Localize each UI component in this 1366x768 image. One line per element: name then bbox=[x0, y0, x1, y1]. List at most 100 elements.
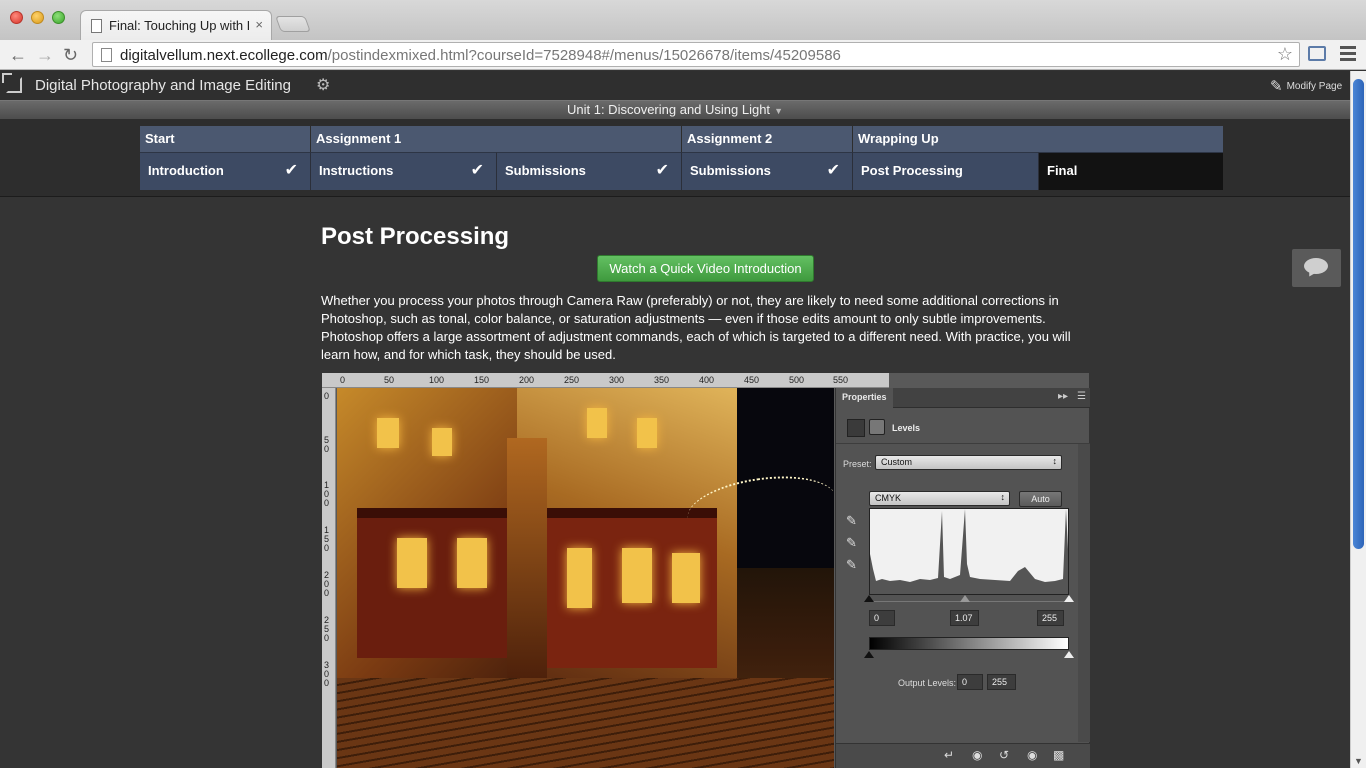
address-bar[interactable]: digitalvellum.next.ecollege.com/postinde… bbox=[92, 42, 1300, 67]
step-post-processing[interactable]: Post Processing bbox=[853, 152, 1039, 190]
phase-assignment-1: Assignment 1 bbox=[311, 126, 682, 152]
layer-mask-icon[interactable] bbox=[869, 419, 885, 435]
ruler-tick: 200 bbox=[519, 375, 535, 385]
channel-select[interactable]: CMYK ↕ bbox=[869, 491, 1010, 506]
back-arrow-icon[interactable]: ← bbox=[9, 45, 27, 65]
reset-icon[interactable]: ↺ bbox=[999, 748, 1009, 762]
body-paragraph: Whether you process your photos through … bbox=[321, 293, 1071, 362]
clip-to-layer-icon[interactable]: ↵ bbox=[944, 748, 954, 762]
step-label: Post Processing bbox=[861, 163, 963, 178]
url-host: digitalvellum.next.ecollege.com bbox=[120, 47, 328, 64]
panel-menu-icon[interactable]: ☰ bbox=[1077, 391, 1086, 402]
panel-footer: ↵ ◉ ↺ ◉ ▩ bbox=[836, 743, 1090, 768]
vertical-ruler: 0 50 100 150 200 250 300 bbox=[322, 388, 336, 768]
output-black-field[interactable]: 0 bbox=[957, 674, 983, 690]
visibility-eye-icon[interactable]: ◉ bbox=[1027, 748, 1037, 762]
url-path: /postindexmixed.html?courseId=7528948#/m… bbox=[327, 47, 841, 64]
chevron-updown-icon: ↕ bbox=[1000, 492, 1006, 502]
output-levels-label: Output Levels: bbox=[898, 678, 957, 688]
input-white-handle[interactable] bbox=[1064, 595, 1074, 602]
auto-button[interactable]: Auto bbox=[1019, 491, 1062, 507]
phase-label: Wrapping Up bbox=[858, 131, 939, 146]
window-close-button[interactable] bbox=[10, 11, 23, 24]
channel-value: CMYK bbox=[875, 493, 902, 503]
page-scrollbar[interactable]: ▼ bbox=[1350, 71, 1366, 768]
output-black-handle[interactable] bbox=[864, 651, 874, 658]
reload-icon[interactable]: ↻ bbox=[63, 45, 78, 65]
panel-scrollbar[interactable] bbox=[1078, 444, 1090, 742]
scroll-down-arrow-icon[interactable]: ▼ bbox=[1354, 756, 1363, 766]
step-final[interactable]: Final bbox=[1039, 152, 1223, 190]
bookmark-star-icon[interactable]: ☆ bbox=[1277, 44, 1293, 65]
modify-page-button[interactable]: ✎ Modify Page bbox=[1270, 77, 1342, 95]
chevron-down-icon: ▼ bbox=[774, 106, 783, 116]
chat-bubble-icon[interactable] bbox=[1292, 249, 1341, 287]
step-submissions-2[interactable]: Submissions ✔ bbox=[682, 152, 853, 190]
view-previous-icon[interactable]: ◉ bbox=[972, 748, 982, 762]
window-maximize-button[interactable] bbox=[52, 11, 65, 24]
trash-icon[interactable]: ▩ bbox=[1053, 748, 1064, 762]
input-black-handle[interactable] bbox=[864, 595, 874, 602]
step-introduction[interactable]: Introduction ✔ bbox=[140, 152, 311, 190]
ruler-tick: 300 bbox=[609, 375, 625, 385]
phase-label: Assignment 1 bbox=[316, 131, 402, 146]
ruler-tick: 350 bbox=[654, 375, 670, 385]
check-icon: ✔ bbox=[655, 162, 669, 179]
levels-histogram bbox=[869, 508, 1069, 595]
input-gamma-field[interactable]: 1.07 bbox=[950, 610, 979, 626]
course-header: Digital Photography and Image Editing ⚙ … bbox=[0, 71, 1366, 100]
browser-tab[interactable]: Final: Touching Up with Le × bbox=[80, 10, 272, 40]
tab-close-icon[interactable]: × bbox=[255, 17, 263, 32]
unit-selector[interactable]: Unit 1: Discovering and Using Light ▼ bbox=[0, 100, 1350, 119]
course-title: Digital Photography and Image Editing bbox=[35, 77, 291, 94]
white-eyedropper-icon[interactable]: ✎ bbox=[846, 557, 857, 573]
step-label: Submissions bbox=[505, 163, 586, 178]
cast-icon[interactable] bbox=[1308, 46, 1326, 61]
gray-eyedropper-icon[interactable]: ✎ bbox=[846, 535, 857, 551]
window-minimize-button[interactable] bbox=[31, 11, 44, 24]
forward-arrow-icon[interactable]: → bbox=[36, 45, 54, 65]
browser-menu-icon[interactable] bbox=[1340, 46, 1356, 64]
step-submissions-1[interactable]: Submissions ✔ bbox=[497, 152, 682, 190]
ruler-tick: 250 bbox=[324, 615, 330, 643]
black-eyedropper-icon[interactable]: ✎ bbox=[846, 513, 857, 529]
step-label: Introduction bbox=[148, 163, 224, 178]
new-tab-button[interactable] bbox=[275, 16, 311, 32]
levels-properties-panel: Properties ▸▸ ☰ Levels Preset: Custom ↕ C… bbox=[835, 388, 1090, 768]
input-white-field[interactable]: 255 bbox=[1037, 610, 1064, 626]
ruler-tick: 500 bbox=[789, 375, 805, 385]
page-icon bbox=[101, 48, 112, 62]
preset-select[interactable]: Custom ↕ bbox=[875, 455, 1062, 470]
step-instructions[interactable]: Instructions ✔ bbox=[311, 152, 497, 190]
input-black-field[interactable]: 0 bbox=[869, 610, 895, 626]
step-label: Submissions bbox=[690, 163, 771, 178]
main-content: Post Processing Watch a Quick Video Intr… bbox=[0, 197, 1350, 768]
ruler-tick: 100 bbox=[429, 375, 445, 385]
gear-icon[interactable]: ⚙ bbox=[316, 75, 330, 95]
phase-label: Start bbox=[145, 131, 175, 146]
panel-tab-bar: Properties ▸▸ ☰ bbox=[836, 388, 1090, 408]
ruler-tick: 200 bbox=[324, 570, 330, 598]
phase-label: Assignment 2 bbox=[687, 131, 773, 146]
ruler-tick: 250 bbox=[564, 375, 580, 385]
check-icon: ✔ bbox=[826, 162, 840, 179]
url-text[interactable]: digitalvellum.next.ecollege.com/postinde… bbox=[120, 47, 841, 64]
progress-nav: Start Assignment 1 Assignment 2 Wrapping… bbox=[140, 126, 1223, 190]
collapse-panel-icon[interactable]: ▸▸ bbox=[1058, 391, 1068, 402]
scrollbar-thumb[interactable] bbox=[1353, 79, 1364, 549]
exit-icon[interactable] bbox=[2, 73, 22, 93]
chevron-updown-icon: ↕ bbox=[1052, 456, 1058, 466]
properties-tab[interactable]: Properties bbox=[836, 388, 893, 408]
phase-assignment-2: Assignment 2 bbox=[682, 126, 853, 152]
ruler-tick: 150 bbox=[474, 375, 490, 385]
ruler-tick: 0 bbox=[324, 391, 330, 401]
output-gradient bbox=[869, 637, 1069, 650]
watch-video-button[interactable]: Watch a Quick Video Introduction bbox=[597, 255, 814, 282]
output-white-handle[interactable] bbox=[1064, 651, 1074, 658]
output-white-field[interactable]: 255 bbox=[987, 674, 1016, 690]
browser-toolbar: ← → ↻ digitalvellum.next.ecollege.com/po… bbox=[0, 40, 1366, 70]
phase-wrapping-up: Wrapping Up bbox=[853, 126, 1223, 152]
ruler-tick: 50 bbox=[324, 435, 330, 454]
ruler-tick: 300 bbox=[324, 660, 330, 688]
input-gamma-handle[interactable] bbox=[960, 595, 970, 602]
